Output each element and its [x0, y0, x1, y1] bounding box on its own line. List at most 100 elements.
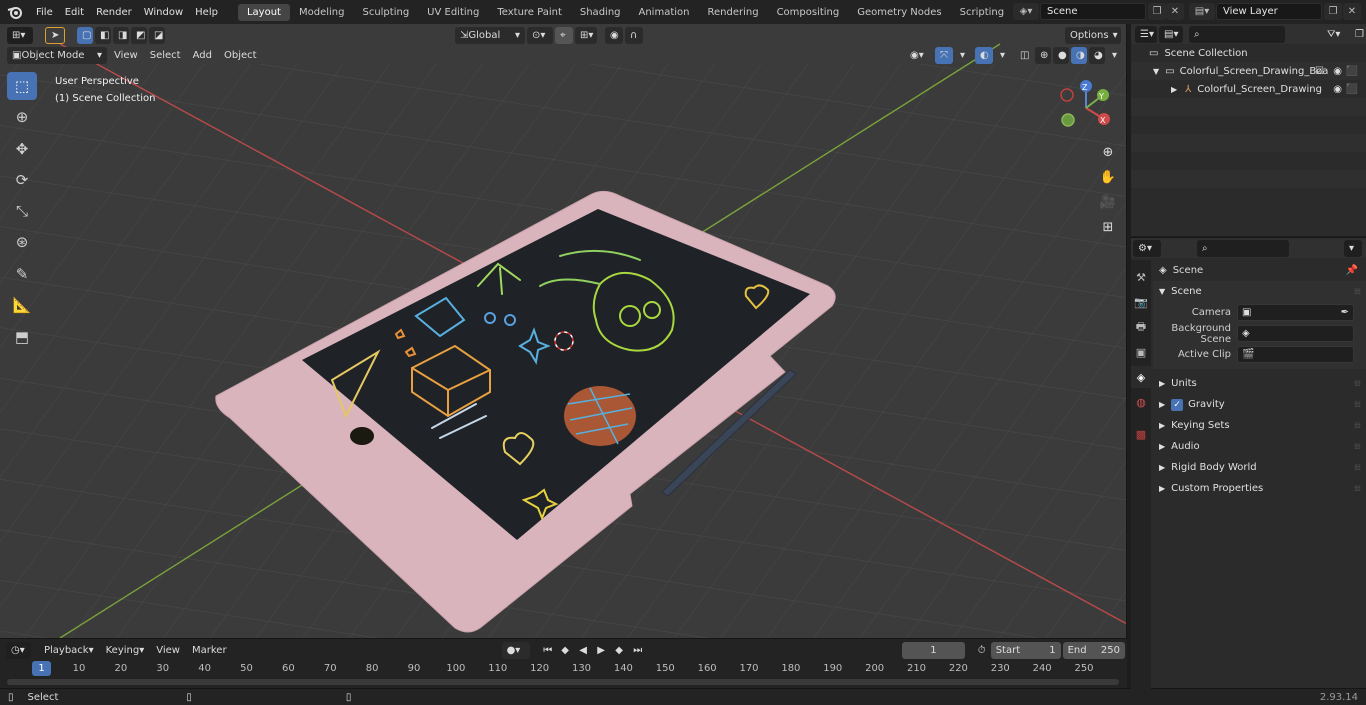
move-icon[interactable]: ✥: [7, 135, 37, 163]
outliner-row-collection[interactable]: ▼ ▭ Colorful_Screen_Drawing_Boa ☑ ◉ ⬛: [1131, 62, 1366, 80]
pan-hand-icon[interactable]: ✋: [1097, 166, 1119, 188]
outliner-root-row[interactable]: ▭ Scene Collection: [1131, 44, 1366, 62]
properties-editor-type-icon[interactable]: ⚙▾: [1133, 239, 1161, 257]
start-frame-field[interactable]: Start 1: [990, 641, 1061, 659]
filter-icon[interactable]: ⛛▾: [1322, 26, 1348, 43]
tab-texture-paint[interactable]: Texture Paint: [488, 4, 571, 21]
tab-animation[interactable]: Animation: [630, 4, 699, 21]
outliner-search-input[interactable]: ⌕: [1189, 25, 1285, 43]
select-tool-icon[interactable]: ➤: [45, 26, 65, 44]
audio-panel[interactable]: ▶ Audio ⁞⁞⁞⁞: [1153, 436, 1366, 457]
snap-toggle-icon[interactable]: ⌖: [555, 26, 573, 44]
playback-dropdown[interactable]: Playback ▾: [39, 642, 99, 659]
tab-shading[interactable]: Shading: [571, 4, 630, 21]
properties-search-input[interactable]: ⌕: [1197, 239, 1289, 257]
scene-name-field[interactable]: Scene: [1040, 3, 1146, 20]
drag-handle-icon[interactable]: ⁞⁞⁞⁞: [1354, 442, 1361, 451]
drag-handle-icon[interactable]: ⁞⁞⁞⁞: [1354, 421, 1361, 430]
units-panel[interactable]: ▶ Units ⁞⁞⁞⁞: [1153, 373, 1366, 394]
view-layer-name-field[interactable]: View Layer: [1216, 3, 1322, 20]
drag-handle-icon[interactable]: ⁞⁞⁞⁞: [1354, 287, 1361, 296]
select-mode-subtract-icon[interactable]: ◨: [113, 26, 129, 44]
tab-geometry-nodes[interactable]: Geometry Nodes: [848, 4, 950, 21]
editor-type-icon[interactable]: ⊞▾: [7, 26, 33, 44]
menu-view[interactable]: View: [109, 47, 143, 64]
expand-arrow-icon[interactable]: ▶: [1171, 85, 1177, 94]
pivot-point-icon[interactable]: ⊙▾: [527, 26, 553, 44]
play-reverse-icon[interactable]: ◀: [574, 642, 590, 659]
measure-icon[interactable]: 📐: [7, 291, 37, 319]
menu-edit[interactable]: Edit: [59, 7, 90, 18]
zoom-icon[interactable]: ⊕: [1097, 141, 1119, 163]
chevron-down-icon[interactable]: ▾: [955, 47, 967, 64]
keying-dropdown[interactable]: Keying ▾: [101, 642, 150, 659]
transform-orientation-dropdown[interactable]: ⇲ Global ▾: [455, 26, 525, 44]
keying-sets-panel[interactable]: ▶ Keying Sets ⁞⁞⁞⁞: [1153, 415, 1366, 436]
menu-window[interactable]: Window: [138, 7, 189, 18]
new-scene-icon[interactable]: ❐: [1148, 3, 1166, 20]
timeline-editor-type-icon[interactable]: ◷▾: [6, 641, 31, 659]
timeline-ruler[interactable]: 1 10 20 30 40 50 60 70 80 90 100 110 120 130 140 150 16…: [0, 661, 1127, 677]
play-icon[interactable]: ▶: [592, 642, 608, 659]
delete-view-layer-icon[interactable]: ✕: [1343, 3, 1361, 20]
render-tab-icon[interactable]: 📷: [1131, 291, 1151, 313]
scene-section-header[interactable]: ▼ Scene ⁞⁞⁞⁞: [1153, 281, 1366, 302]
falloff-icon[interactable]: ∩: [625, 26, 643, 44]
timeline-menu-view[interactable]: View: [151, 642, 185, 659]
stopwatch-icon[interactable]: ⏱: [973, 642, 989, 659]
rigid-body-world-panel[interactable]: ▶ Rigid Body World ⁞⁞⁞⁞: [1153, 457, 1366, 478]
wireframe-shading-icon[interactable]: ⊕: [1035, 46, 1051, 64]
delete-scene-icon[interactable]: ✕: [1166, 3, 1184, 20]
view-layer-selector-icon[interactable]: ▤▾: [1189, 3, 1215, 20]
menu-add[interactable]: Add: [188, 47, 217, 64]
rendered-shading-icon[interactable]: ◕: [1089, 46, 1105, 64]
annotate-icon[interactable]: ✎: [7, 260, 37, 288]
scene-tab-icon[interactable]: ◈: [1131, 366, 1151, 388]
blender-logo-icon[interactable]: [0, 0, 30, 24]
options-dropdown[interactable]: Options ▾: [1065, 26, 1121, 44]
jump-prev-keyframe-icon[interactable]: ◆: [556, 642, 572, 659]
active-clip-field[interactable]: 🎬: [1237, 346, 1354, 363]
tab-sculpting[interactable]: Sculpting: [353, 4, 418, 21]
tab-modeling[interactable]: Modeling: [290, 4, 354, 21]
camera-view-icon[interactable]: 🎥: [1097, 191, 1119, 213]
camera-icon[interactable]: ⬛: [1346, 84, 1358, 95]
transform-icon[interactable]: ⊛: [7, 228, 37, 256]
new-collection-icon[interactable]: ❐: [1350, 26, 1364, 43]
solid-shading-icon[interactable]: ●: [1053, 46, 1069, 64]
current-frame-field[interactable]: 1: [902, 641, 965, 659]
playhead[interactable]: 1: [32, 661, 51, 676]
chevron-down-icon[interactable]: ▾: [1344, 239, 1362, 257]
timeline-scrollbar[interactable]: [7, 679, 1119, 685]
outliner-editor-type-icon[interactable]: ☰▾: [1135, 25, 1157, 43]
world-tab-icon[interactable]: ◍: [1131, 391, 1151, 413]
expand-arrow-icon[interactable]: ▼: [1153, 67, 1159, 76]
new-view-layer-icon[interactable]: ❐: [1324, 3, 1342, 20]
gravity-panel[interactable]: ▶ ✓ Gravity ⁞⁞⁞⁞: [1153, 394, 1366, 415]
select-box-icon[interactable]: ⬚: [7, 72, 37, 100]
drag-handle-icon[interactable]: ⁞⁞⁞⁞: [1354, 400, 1361, 409]
chevron-down-icon[interactable]: ▾: [995, 47, 1007, 64]
camera-icon[interactable]: ⬛: [1346, 66, 1358, 77]
drag-handle-icon[interactable]: ⁞⁞⁞⁞: [1354, 379, 1361, 388]
material-shading-icon[interactable]: ◑: [1071, 46, 1087, 64]
3d-viewport[interactable]: Z X Y ⊞▾ ➤ ▢ ◧ ◨ ◩ ◪ ⇲ Global ▾ ⊙▾ ⌖ ⊞▾ ◉…: [0, 24, 1127, 638]
tab-layout[interactable]: Layout: [237, 3, 290, 21]
output-tab-icon[interactable]: 🖶: [1131, 316, 1151, 338]
mode-dropdown[interactable]: ▣ Object Mode ▾: [7, 46, 107, 64]
chevron-down-icon[interactable]: ▾: [1107, 47, 1119, 64]
record-keyframe-icon[interactable]: ●▾: [501, 641, 531, 659]
proportional-edit-icon[interactable]: ◉: [605, 26, 623, 44]
camera-field[interactable]: ▣ ✒: [1237, 304, 1354, 321]
scale-icon[interactable]: ⤡: [7, 197, 37, 225]
eye-icon[interactable]: ◉: [1333, 66, 1342, 77]
select-mode-intersect-icon[interactable]: ◪: [149, 26, 165, 44]
tab-compositing[interactable]: Compositing: [768, 4, 849, 21]
tool-tab-icon[interactable]: ⚒: [1131, 266, 1151, 288]
eyedropper-icon[interactable]: ✒: [1341, 307, 1349, 318]
timeline-menu-marker[interactable]: Marker: [187, 642, 232, 659]
overlays-toggle-icon[interactable]: ◐: [975, 46, 993, 64]
jump-end-icon[interactable]: ⏭: [628, 642, 644, 659]
scene-selector-icon[interactable]: ◈▾: [1013, 3, 1039, 20]
select-mode-invert-icon[interactable]: ◩: [131, 26, 147, 44]
